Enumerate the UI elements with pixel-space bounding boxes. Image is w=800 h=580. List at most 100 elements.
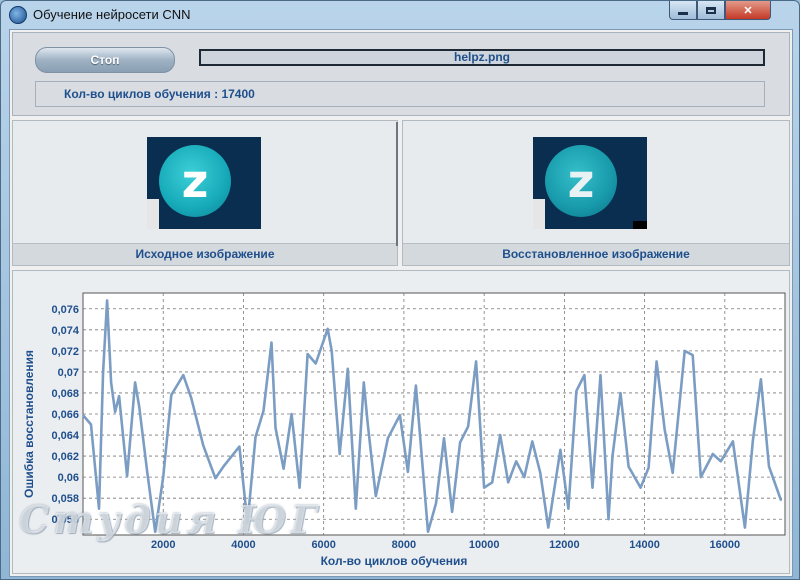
panel-splitter[interactable] [396, 122, 398, 246]
control-panel: Стоп helpz.png Кол-во циклов обучения : … [12, 32, 790, 116]
y-tick-label: 0,064 [51, 430, 79, 442]
close-button[interactable]: ✕ [725, 1, 771, 20]
source-image: z [147, 137, 261, 229]
error-chart-panel: 2000 4000 6000 8000 10000 12000 14000 16000 0,05… [12, 270, 790, 574]
data-point [575, 390, 578, 392]
data-point [90, 423, 92, 426]
cycles-counter: Кол-во циклов обучения : 17400 [35, 81, 765, 107]
data-point [282, 467, 285, 470]
data-point [134, 381, 136, 384]
x-axis-label: Кол-во циклов обучения [321, 554, 468, 568]
data-point [435, 502, 437, 505]
data-point [499, 434, 502, 436]
data-point [338, 453, 341, 455]
source-image-panel: z Исходное изображение [12, 120, 398, 266]
data-point [146, 471, 148, 473]
data-point [415, 384, 417, 387]
data-point [126, 475, 128, 477]
data-point [671, 472, 674, 474]
data-point [531, 440, 534, 443]
data-point [182, 374, 185, 376]
data-point [547, 526, 550, 529]
minimize-button[interactable] [669, 1, 697, 20]
data-point [559, 449, 562, 451]
data-point [683, 350, 686, 352]
data-point [407, 471, 409, 473]
data-point [246, 522, 249, 525]
data-point [515, 460, 517, 463]
data-point [583, 374, 586, 376]
maximize-icon [706, 6, 716, 14]
source-image-caption: Исходное изображение [13, 243, 397, 265]
restored-image-panel: z Восстановленное изображение [402, 120, 790, 266]
data-point [655, 360, 658, 363]
close-icon: ✕ [743, 4, 753, 17]
data-point [190, 397, 193, 399]
x-tick-label: 4000 [231, 539, 255, 551]
data-point [82, 414, 84, 416]
y-axis-label: Ошибка восстановления [22, 350, 36, 498]
data-point [114, 411, 116, 413]
data-point [387, 437, 389, 439]
data-point [443, 437, 445, 439]
y-tick-label: 0,066 [51, 409, 79, 421]
data-point [691, 354, 694, 356]
data-point [330, 350, 333, 352]
x-tick-label: 8000 [392, 539, 416, 551]
client-area: Стоп helpz.png Кол-во циклов обучения : … [9, 29, 793, 577]
window-title: Обучение нейросети CNN [33, 7, 191, 22]
data-point [98, 507, 100, 510]
y-tick-label: 0,058 [51, 493, 79, 505]
y-tick-label: 0,056 [51, 514, 79, 526]
data-point [639, 486, 642, 489]
restored-image: z [533, 137, 647, 229]
data-point [274, 426, 277, 429]
data-point [270, 341, 273, 344]
data-point [599, 374, 602, 376]
minimize-icon [678, 11, 688, 15]
data-point [611, 455, 614, 457]
data-point [567, 507, 570, 510]
data-point [780, 499, 782, 502]
data-point [627, 465, 630, 468]
data-point [591, 486, 594, 489]
data-point [663, 429, 666, 431]
data-point [162, 476, 164, 478]
data-point [154, 531, 156, 533]
data-point [118, 395, 120, 397]
data-point [523, 476, 526, 478]
data-point [467, 425, 469, 428]
data-point [375, 495, 377, 497]
app-icon [9, 6, 27, 24]
data-point [427, 531, 429, 533]
stop-button[interactable]: Стоп [35, 47, 175, 73]
restored-image-caption: Восстановленное изображение [403, 243, 789, 265]
cycles-counter-label: Кол-во циклов обучения : 17400 [64, 87, 255, 101]
data-point [647, 466, 650, 469]
data-point [355, 507, 357, 510]
data-point [347, 368, 349, 370]
file-name-field[interactable]: helpz.png [199, 49, 765, 66]
data-point [138, 405, 140, 408]
y-tick-label: 0,06 [58, 472, 79, 484]
data-point [262, 410, 265, 412]
z-logo-letter-restored: z [567, 154, 595, 208]
data-point [367, 423, 369, 426]
maximize-button[interactable] [697, 1, 725, 20]
x-tick-label: 12000 [549, 539, 580, 551]
x-tick-label: 10000 [469, 539, 500, 551]
data-point [607, 518, 610, 520]
data-point [110, 381, 112, 384]
x-tick-label: 2000 [151, 539, 175, 551]
data-point [290, 413, 293, 415]
data-point [326, 328, 329, 330]
data-point [539, 472, 542, 474]
title-bar[interactable]: Обучение нейросети CNN ✕ [1, 1, 799, 29]
data-point [700, 476, 702, 478]
data-point [619, 392, 622, 394]
y-tick-label: 0,07 [58, 367, 79, 379]
error-chart: 2000 4000 6000 8000 10000 12000 14000 16000 0,05… [22, 292, 786, 568]
data-point [712, 453, 714, 455]
data-point [768, 465, 770, 468]
data-point [298, 486, 301, 489]
